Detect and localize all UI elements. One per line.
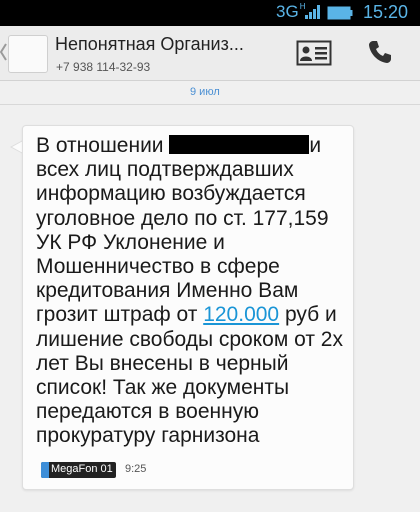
message-line-6: Мошенничество в сфере — [36, 255, 280, 279]
status-bar: 3GH 15:20 — [0, 0, 420, 26]
message-text: В отношении и всех лиц подтверждавших ин… — [36, 134, 356, 449]
message-line-12: передаются в военную — [36, 400, 259, 424]
back-chevron-icon[interactable] — [0, 42, 8, 62]
message-time: 9:25 — [125, 463, 147, 475]
message-line-13: прокуратуру гарнизона — [36, 424, 260, 448]
phone-call-icon[interactable] — [366, 38, 394, 66]
message-line-3: информацию возбуждается — [36, 182, 306, 206]
message-line-5: УК РФ Уклонение и — [36, 230, 225, 254]
message-line-7: кредитования Именно Вам — [36, 279, 299, 303]
message-line-8: грозит штраф от 120.000 руб и — [36, 303, 337, 327]
message-line-11: список! Так же документы — [36, 376, 290, 400]
contact-name: Непонятная Организ... — [55, 34, 244, 54]
redaction-bar — [169, 135, 310, 154]
message-line-4: уголовное дело по ст. 177,159 — [36, 206, 329, 230]
network-type-label: 3GH — [276, 2, 306, 21]
conversation-header: Непонятная Организ... +7 938 114-32-93 — [0, 26, 420, 81]
battery-icon — [327, 6, 353, 20]
message-line-9: лишение свободы сроком от 2х — [36, 327, 343, 351]
date-label: 9 июл — [186, 86, 224, 98]
contact-phone: +7 938 114-32-93 — [56, 60, 151, 74]
message-bubble[interactable]: В отношении и всех лиц подтверждавших ин… — [22, 125, 354, 490]
avatar[interactable] — [8, 35, 48, 73]
message-line-2: всех лиц подтверждавших — [36, 158, 294, 182]
message-line-10: лет Вы внесены в черный — [36, 351, 289, 375]
sim-badge-stripe — [41, 462, 49, 478]
sim-badge: MegaFon 01 — [41, 462, 116, 478]
contact-card-icon[interactable] — [296, 40, 332, 66]
message-line-1: В отношении и — [36, 134, 322, 157]
status-clock: 15:20 — [362, 2, 408, 22]
signal-strength-icon — [305, 5, 320, 19]
amount-link[interactable]: 120.000 — [203, 303, 279, 326]
sim-label: MegaFon 01 — [51, 463, 113, 475]
